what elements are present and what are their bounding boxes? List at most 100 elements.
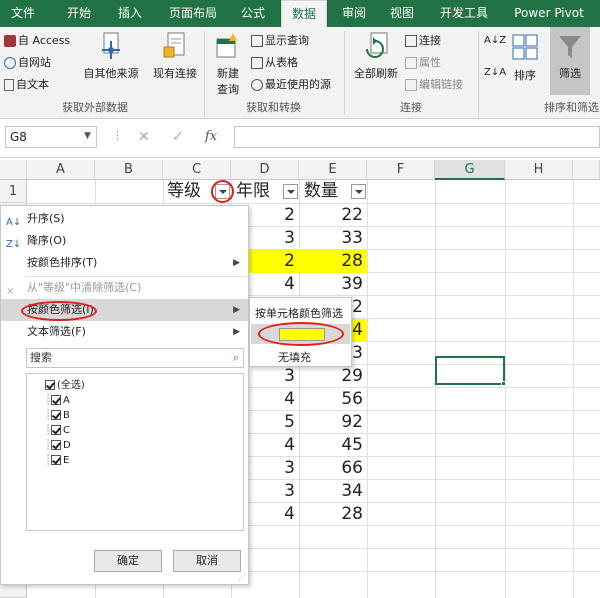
menu-text-filter[interactable]: 文本筛选(F) ▶	[1, 321, 248, 343]
cell-e[interactable]: 22	[299, 204, 367, 227]
existing-connections-button[interactable]: 现有连接	[150, 29, 200, 95]
filter-checkbox-item[interactable]: ┊ E	[45, 453, 69, 468]
cell-e[interactable]: 29	[299, 365, 367, 388]
cell-d[interactable]: 4	[249, 273, 299, 296]
from-text-button[interactable]: 自文本	[4, 76, 49, 92]
menu-sort-ascending[interactable]: A↓ 升序(S)	[1, 208, 248, 230]
cancel-icon[interactable]: ✕	[138, 129, 150, 145]
properties-icon	[405, 57, 417, 69]
filter-button[interactable]: 筛选	[550, 27, 590, 95]
filter-checkbox-item[interactable]: ┊ A	[45, 393, 70, 408]
filter-checkbox-item[interactable]: ┊ C	[45, 423, 70, 438]
new-query-icon	[216, 33, 237, 58]
cell-d[interactable]: 2	[249, 204, 299, 227]
connections-button[interactable]: 连接	[405, 32, 441, 48]
cell-e[interactable]: 34	[299, 480, 367, 503]
filter-checkbox-select-all[interactable]: (全选)	[45, 378, 85, 393]
column-header[interactable]: A	[27, 160, 95, 180]
fill-handle[interactable]	[501, 381, 506, 386]
cell-e[interactable]: 33	[299, 227, 367, 250]
show-queries-button[interactable]: 显示查询	[251, 32, 309, 48]
column-header[interactable]: F	[367, 160, 435, 180]
sort-za-icon[interactable]: Z↓A	[484, 67, 506, 78]
refresh-all-button[interactable]: 全部刷新	[350, 29, 402, 95]
header-cell-qty[interactable]: 数量	[304, 180, 338, 203]
other-sources-button[interactable]: 自其他来源	[82, 29, 140, 95]
cell-e[interactable]: 39	[299, 273, 367, 296]
cell-d[interactable]: 3	[249, 227, 299, 250]
cell-e-highlighted[interactable]: 28	[299, 250, 367, 273]
ok-button[interactable]: 确定	[94, 550, 162, 572]
cell-e[interactable]: 56	[299, 388, 367, 411]
filter-checkbox-item[interactable]: ┊ B	[45, 408, 70, 423]
tab-formulas[interactable]: 公式	[233, 0, 273, 27]
column-header[interactable]: H	[505, 160, 573, 180]
access-icon	[4, 35, 16, 47]
cell-d[interactable]: 3	[249, 457, 299, 480]
tab-file[interactable]: 文件	[0, 0, 46, 27]
ribbon-tab-bar: 文件 开始 插入 页面布局 公式 数据 审阅 视图 开发工具 Power Piv…	[0, 0, 600, 27]
column-header[interactable]: D	[231, 160, 299, 180]
cell-d[interactable]: 4	[249, 503, 299, 526]
cell-d[interactable]: 3	[249, 480, 299, 503]
menu-sort-descending[interactable]: Z↓ 降序(O)	[1, 230, 248, 252]
cell-e[interactable]: 92	[299, 411, 367, 434]
name-box-dropdown-icon[interactable]: ▼	[84, 131, 91, 141]
tab-power-pivot[interactable]: Power Pivot	[506, 0, 592, 27]
header-cell-grade[interactable]: 等级	[167, 180, 201, 203]
tab-home[interactable]: 开始	[57, 0, 101, 27]
cell-e[interactable]: 66	[299, 457, 367, 480]
cell-d-highlighted[interactable]: 2	[249, 250, 299, 273]
filter-dropdown-button-years[interactable]	[283, 184, 298, 199]
filter-search-input[interactable]: 搜索 ⌕	[26, 348, 244, 368]
insert-function-icon[interactable]: fx	[205, 129, 217, 144]
cell-d[interactable]: 4	[249, 388, 299, 411]
resize-grip-icon[interactable]: ⋰	[238, 573, 246, 582]
tab-review[interactable]: 审阅	[334, 0, 374, 27]
sort-button[interactable]: 排序	[508, 29, 542, 95]
menu-sort-by-color[interactable]: 按颜色排序(T) ▶	[1, 252, 248, 274]
filter-checkbox-item[interactable]: ┊ D	[45, 438, 71, 453]
menu-clear-filter[interactable]: ⨯ 从"等级"中清除筛选(C)	[1, 277, 248, 299]
checkbox-checked-icon	[51, 455, 62, 465]
filter-dropdown-button-qty[interactable]	[351, 184, 366, 199]
header-cell-years[interactable]: 年限	[236, 180, 270, 203]
row-header[interactable]: 1	[0, 180, 27, 203]
from-access-button[interactable]: 自 Access	[4, 32, 70, 48]
no-fill-option[interactable]: 无填充	[278, 349, 311, 365]
cell-e[interactable]: 28	[299, 503, 367, 526]
text-file-icon	[4, 79, 14, 91]
formula-input[interactable]	[234, 126, 600, 148]
selected-cell-g8[interactable]	[435, 356, 505, 385]
filter-value-list: (全选) ┊ A ┊ B ┊ C ┊ D ┊ E	[26, 373, 244, 531]
autofilter-dropdown: A↓ 升序(S) Z↓ 降序(O) 按颜色排序(T) ▶ ⨯ 从"等级"中清除筛…	[0, 205, 249, 585]
edit-links-button[interactable]: 编辑链接	[405, 76, 463, 92]
cell-d[interactable]: 5	[249, 411, 299, 434]
annotation-circle-dropdown	[211, 180, 234, 203]
tab-data[interactable]: 数据	[281, 0, 327, 27]
clock-icon	[251, 79, 263, 91]
cell-e[interactable]: 45	[299, 434, 367, 457]
column-header-selected[interactable]: G	[435, 160, 505, 180]
properties-button[interactable]: 属性	[405, 54, 441, 70]
tab-view[interactable]: 视图	[382, 0, 422, 27]
ribbon-separator	[478, 31, 479, 115]
from-web-button[interactable]: 自网站	[4, 54, 51, 70]
select-all-corner[interactable]	[0, 160, 27, 180]
tab-insert[interactable]: 插入	[108, 0, 152, 27]
cancel-button[interactable]: 取消	[173, 550, 241, 572]
new-query-button[interactable]: 新建 查询	[208, 29, 248, 96]
tab-page-layout[interactable]: 页面布局	[160, 0, 226, 27]
ribbon-separator	[204, 31, 205, 115]
cell-d[interactable]: 4	[249, 434, 299, 457]
recent-sources-button[interactable]: 最近使用的源	[251, 76, 331, 92]
from-table-button[interactable]: 从表格	[251, 54, 298, 70]
sort-az-icon[interactable]: A↓Z	[484, 35, 506, 46]
tab-developer[interactable]: 开发工具	[432, 0, 496, 27]
column-header[interactable]: C	[163, 160, 231, 180]
column-header[interactable]: E	[299, 160, 367, 180]
enter-icon[interactable]: ✓	[172, 129, 184, 145]
cell-d[interactable]: 3	[249, 365, 299, 388]
column-header[interactable]: B	[95, 160, 163, 180]
group-label-get-transform: 获取和转换	[246, 101, 301, 114]
